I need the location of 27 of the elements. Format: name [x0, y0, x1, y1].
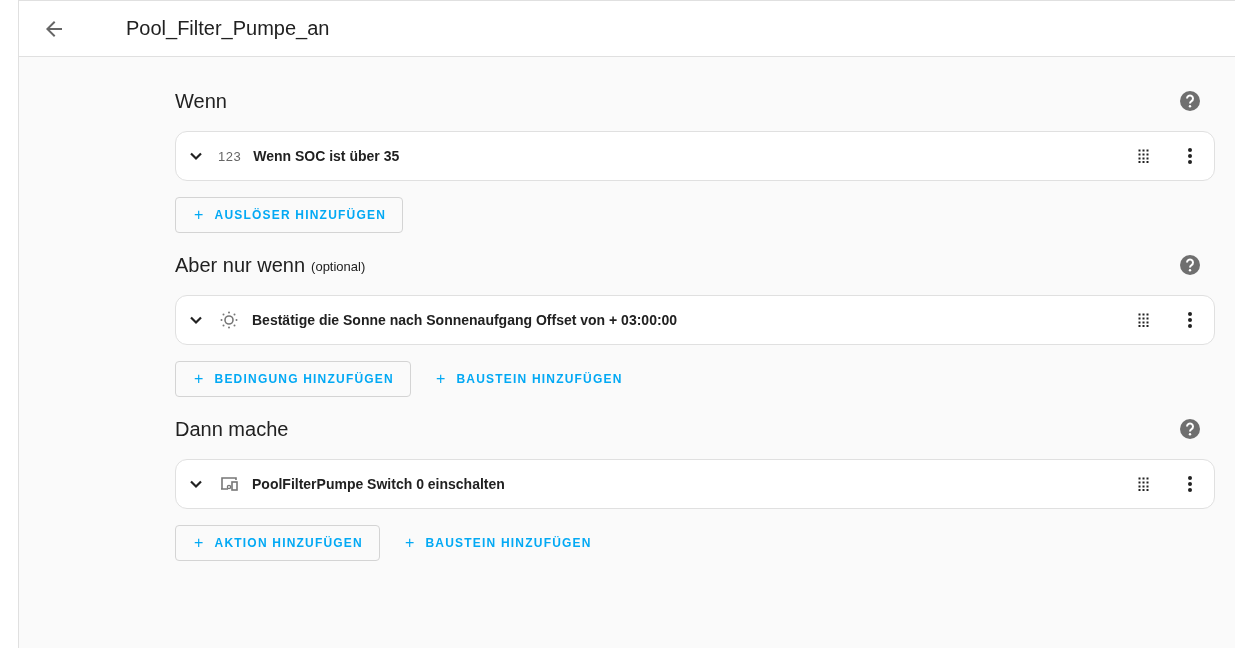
drag-handle-icon[interactable]	[1138, 313, 1152, 327]
help-icon[interactable]	[1179, 90, 1201, 112]
help-icon[interactable]	[1179, 254, 1201, 276]
more-options-icon[interactable]	[1188, 312, 1192, 328]
section-heading: Wenn	[175, 89, 227, 113]
add-button[interactable]: + BAUSTEIN HINZUFÜGEN	[416, 361, 640, 397]
numeric-icon: 123	[218, 148, 242, 164]
page-title: Pool_Filter_Pumpe_an	[126, 17, 330, 40]
more-options-icon[interactable]	[1188, 148, 1192, 164]
add-button[interactable]: + AUSLÖSER HINZUFÜGEN	[175, 197, 404, 233]
sun-icon	[218, 309, 240, 331]
drag-handle-icon[interactable]	[1138, 477, 1152, 491]
add-button[interactable]: + BEDINGUNG HINZUFÜGEN	[175, 361, 411, 397]
section-heading: Dann mache	[175, 417, 289, 441]
rule-label: PoolFilterPumpe Switch 0 einschalten	[252, 476, 505, 492]
rule-card[interactable]: Bestätige die Sonne nach Sonnenaufgang Offset von + 03:00:00	[175, 295, 1215, 345]
rule-card[interactable]: 123 Wenn SOC ist über 35	[175, 131, 1215, 181]
more-options-icon[interactable]	[1188, 476, 1192, 492]
rule-label: Wenn SOC ist über 35	[253, 148, 400, 164]
add-button[interactable]: + AKTION HINZUFÜGEN	[175, 525, 380, 561]
help-icon[interactable]	[1179, 418, 1201, 440]
section-heading: Aber nur wenn	[175, 253, 306, 277]
rule-card[interactable]: PoolFilterPumpe Switch 0 einschalten	[175, 459, 1215, 509]
add-button[interactable]: + BAUSTEIN HINZUFÜGEN	[385, 525, 609, 561]
rule-label: Bestätige die Sonne nach Sonnenaufgang Offset von + 03:00:00	[252, 312, 678, 328]
drag-handle-icon[interactable]	[1138, 149, 1152, 163]
optional-note: (optional)	[311, 259, 366, 274]
